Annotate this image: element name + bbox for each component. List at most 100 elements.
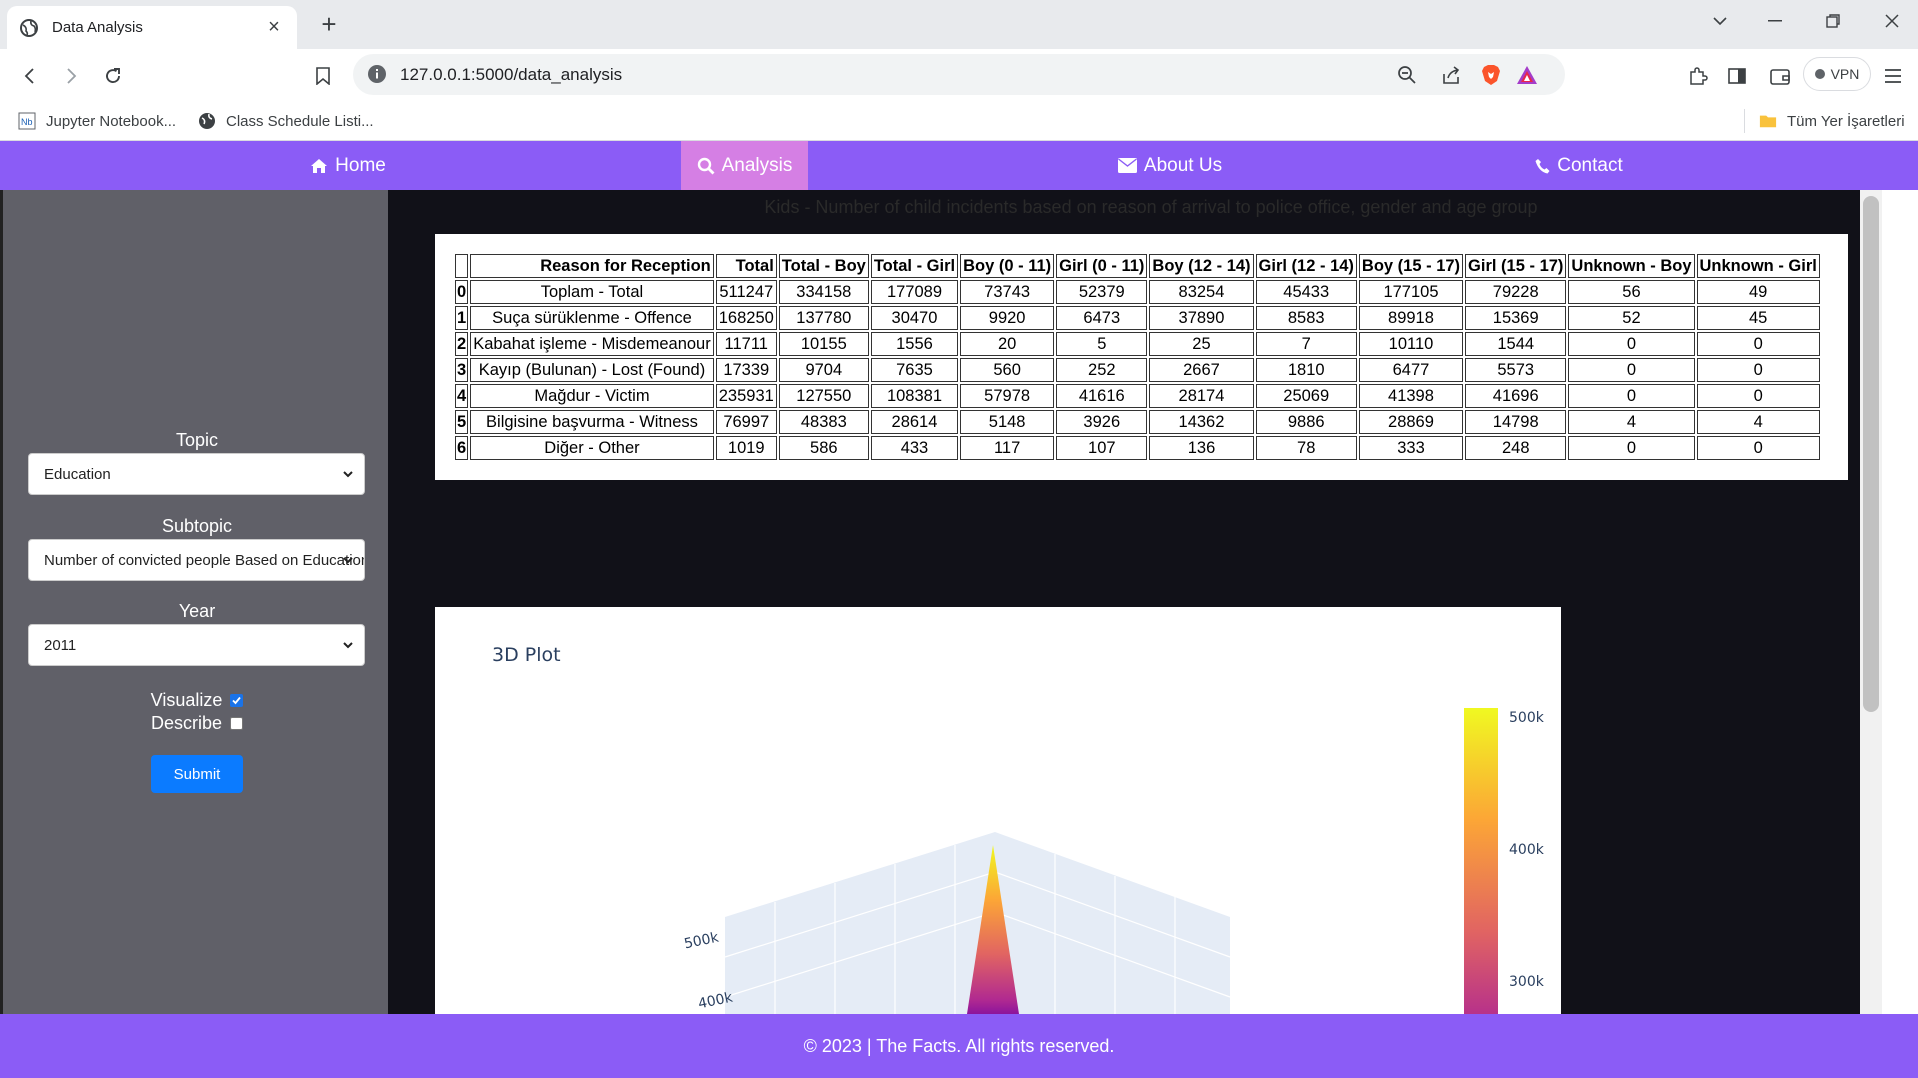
filter-sidebar: Topic Education Subtopic Number of convi… <box>0 190 388 1014</box>
menu-icon[interactable] <box>1878 61 1908 91</box>
back-icon[interactable] <box>15 61 45 91</box>
table-cell: Mağdur - Victim <box>470 384 714 408</box>
page-scrollbar[interactable] <box>1860 190 1882 1014</box>
colorbar <box>1464 708 1498 1014</box>
nav-home-label: Home <box>335 154 386 176</box>
table-header-cell: Boy (0 - 11) <box>960 254 1055 278</box>
table-cell: 137780 <box>778 306 869 330</box>
globe-icon <box>198 112 216 130</box>
minimize-icon[interactable] <box>1755 6 1795 36</box>
submit-button[interactable]: Submit <box>151 755 243 793</box>
year-select[interactable]: 2011 <box>28 624 365 666</box>
table-header-row: Reason for Reception Total Total - Boy T… <box>455 254 1820 278</box>
table-cell: 252 <box>1056 358 1148 382</box>
close-window-icon[interactable] <box>1872 6 1912 36</box>
svg-text:Nb: Nb <box>21 117 33 127</box>
globe-icon <box>20 18 38 37</box>
row-index-cell: 6 <box>455 436 469 460</box>
browser-tabstrip: Data Analysis × + <box>0 0 1918 49</box>
table-cell: Kabahat işleme - Misdemeanour <box>470 332 714 356</box>
table-header-cell: Girl (15 - 17) <box>1465 254 1567 278</box>
table-cell: 57978 <box>960 384 1055 408</box>
table-cell: 25069 <box>1255 384 1357 408</box>
chevron-down-icon <box>343 557 353 564</box>
site-footer: © 2023 | The Facts. All rights reserved. <box>0 1014 1918 1078</box>
brave-shield-icon[interactable] <box>1479 63 1503 87</box>
forward-icon[interactable] <box>56 61 86 91</box>
bookmark-jupyter[interactable]: Nb Jupyter Notebook... <box>18 109 176 133</box>
table-cell: 560 <box>960 358 1055 382</box>
table-cell: 5148 <box>960 410 1055 434</box>
topic-select[interactable]: Education <box>28 453 365 495</box>
table-cell: 4 <box>1568 410 1695 434</box>
table-cell: 5573 <box>1465 358 1567 382</box>
bookmark-class-schedule[interactable]: Class Schedule Listi... <box>198 109 374 133</box>
data-table: Reason for Reception Total Total - Boy T… <box>453 252 1822 462</box>
year-value: 2011 <box>44 636 77 654</box>
table-cell: 248 <box>1465 436 1567 460</box>
table-cell: 37890 <box>1149 306 1254 330</box>
table-row: 6 Diğer - Other 1019 586 433 117 107 136 78 333 24… <box>455 436 1820 460</box>
vpn-button[interactable]: VPN <box>1803 57 1871 91</box>
3d-surface-plot[interactable] <box>435 607 1561 1014</box>
nav-about-label: About Us <box>1143 154 1223 176</box>
table-header-cell: Total <box>715 254 777 278</box>
bookmark-icon[interactable] <box>308 61 338 91</box>
table-cell: 6477 <box>1358 358 1464 382</box>
right-gutter <box>1882 190 1918 1014</box>
nav-contact[interactable]: Contact <box>1514 141 1644 190</box>
address-bar[interactable]: 127.0.0.1:5000/data_analysis <box>353 54 1565 95</box>
all-bookmarks[interactable]: Tüm Yer İşaretleri <box>1744 109 1905 133</box>
browser-tab[interactable]: Data Analysis × <box>7 6 297 49</box>
table-cell: 0 <box>1568 384 1695 408</box>
table-cell: Suça sürüklenme - Offence <box>470 306 714 330</box>
table-cell: 3926 <box>1056 410 1148 434</box>
nav-home[interactable]: Home <box>268 141 428 190</box>
table-cell: 1019 <box>715 436 777 460</box>
zoom-icon[interactable] <box>1395 63 1419 87</box>
scrollbar-thumb[interactable] <box>1863 196 1879 712</box>
topic-value: Education <box>44 465 111 483</box>
table-cell: 334158 <box>778 280 869 304</box>
browser-toolbar: 127.0.0.1:5000/data_analysis VPN <box>0 49 1918 101</box>
new-tab-icon[interactable]: + <box>314 10 344 40</box>
table-cell: 586 <box>778 436 869 460</box>
table-row: 5 Bilgisine başvurma - Witness 76997 48383 2… <box>455 410 1820 434</box>
close-tab-icon[interactable]: × <box>263 16 285 39</box>
tab-search-icon[interactable] <box>1700 6 1740 36</box>
table-header-cell: Girl (0 - 11) <box>1056 254 1148 278</box>
table-cell: 1544 <box>1465 332 1567 356</box>
colorbar-tick: 500k <box>1509 710 1544 726</box>
row-index-cell: 5 <box>455 410 469 434</box>
row-index-cell: 0 <box>455 280 469 304</box>
table-cell: 11711 <box>715 332 777 356</box>
table-body: 0 Toplam - Total 511247 334158 177089 73743 52… <box>455 280 1820 460</box>
table-header-cell: Reason for Reception <box>470 254 714 278</box>
restore-icon[interactable] <box>1813 6 1853 36</box>
phone-icon <box>1535 158 1550 173</box>
table-header-cell: Girl (12 - 14) <box>1255 254 1357 278</box>
brave-rewards-icon[interactable] <box>1515 63 1539 87</box>
nav-analysis[interactable]: Analysis <box>681 141 808 190</box>
share-icon[interactable] <box>1439 63 1463 87</box>
visualize-label: Visualize <box>150 690 223 710</box>
wallet-icon[interactable] <box>1765 61 1795 91</box>
site-info-icon[interactable] <box>367 64 387 84</box>
visualize-checkbox[interactable] <box>230 694 244 707</box>
nav-about[interactable]: About Us <box>1090 141 1250 190</box>
extensions-icon[interactable] <box>1683 61 1713 91</box>
describe-checkbox[interactable] <box>230 717 244 730</box>
table-cell: 41696 <box>1465 384 1567 408</box>
sidebar-toggle-icon[interactable] <box>1722 61 1752 91</box>
table-cell: 127550 <box>778 384 869 408</box>
table-cell: 168250 <box>715 306 777 330</box>
nav-contact-label: Contact <box>1557 154 1623 176</box>
table-header-cell: Unknown - Boy <box>1568 254 1695 278</box>
table-cell: Toplam - Total <box>470 280 714 304</box>
table-cell: 78 <box>1255 436 1357 460</box>
subtopic-select[interactable]: Number of convicted people Based on Educ… <box>28 539 365 581</box>
table-cell: 17339 <box>715 358 777 382</box>
reload-icon[interactable] <box>98 61 128 91</box>
table-cell: 511247 <box>715 280 777 304</box>
table-header-cell: Unknown - Girl <box>1696 254 1820 278</box>
